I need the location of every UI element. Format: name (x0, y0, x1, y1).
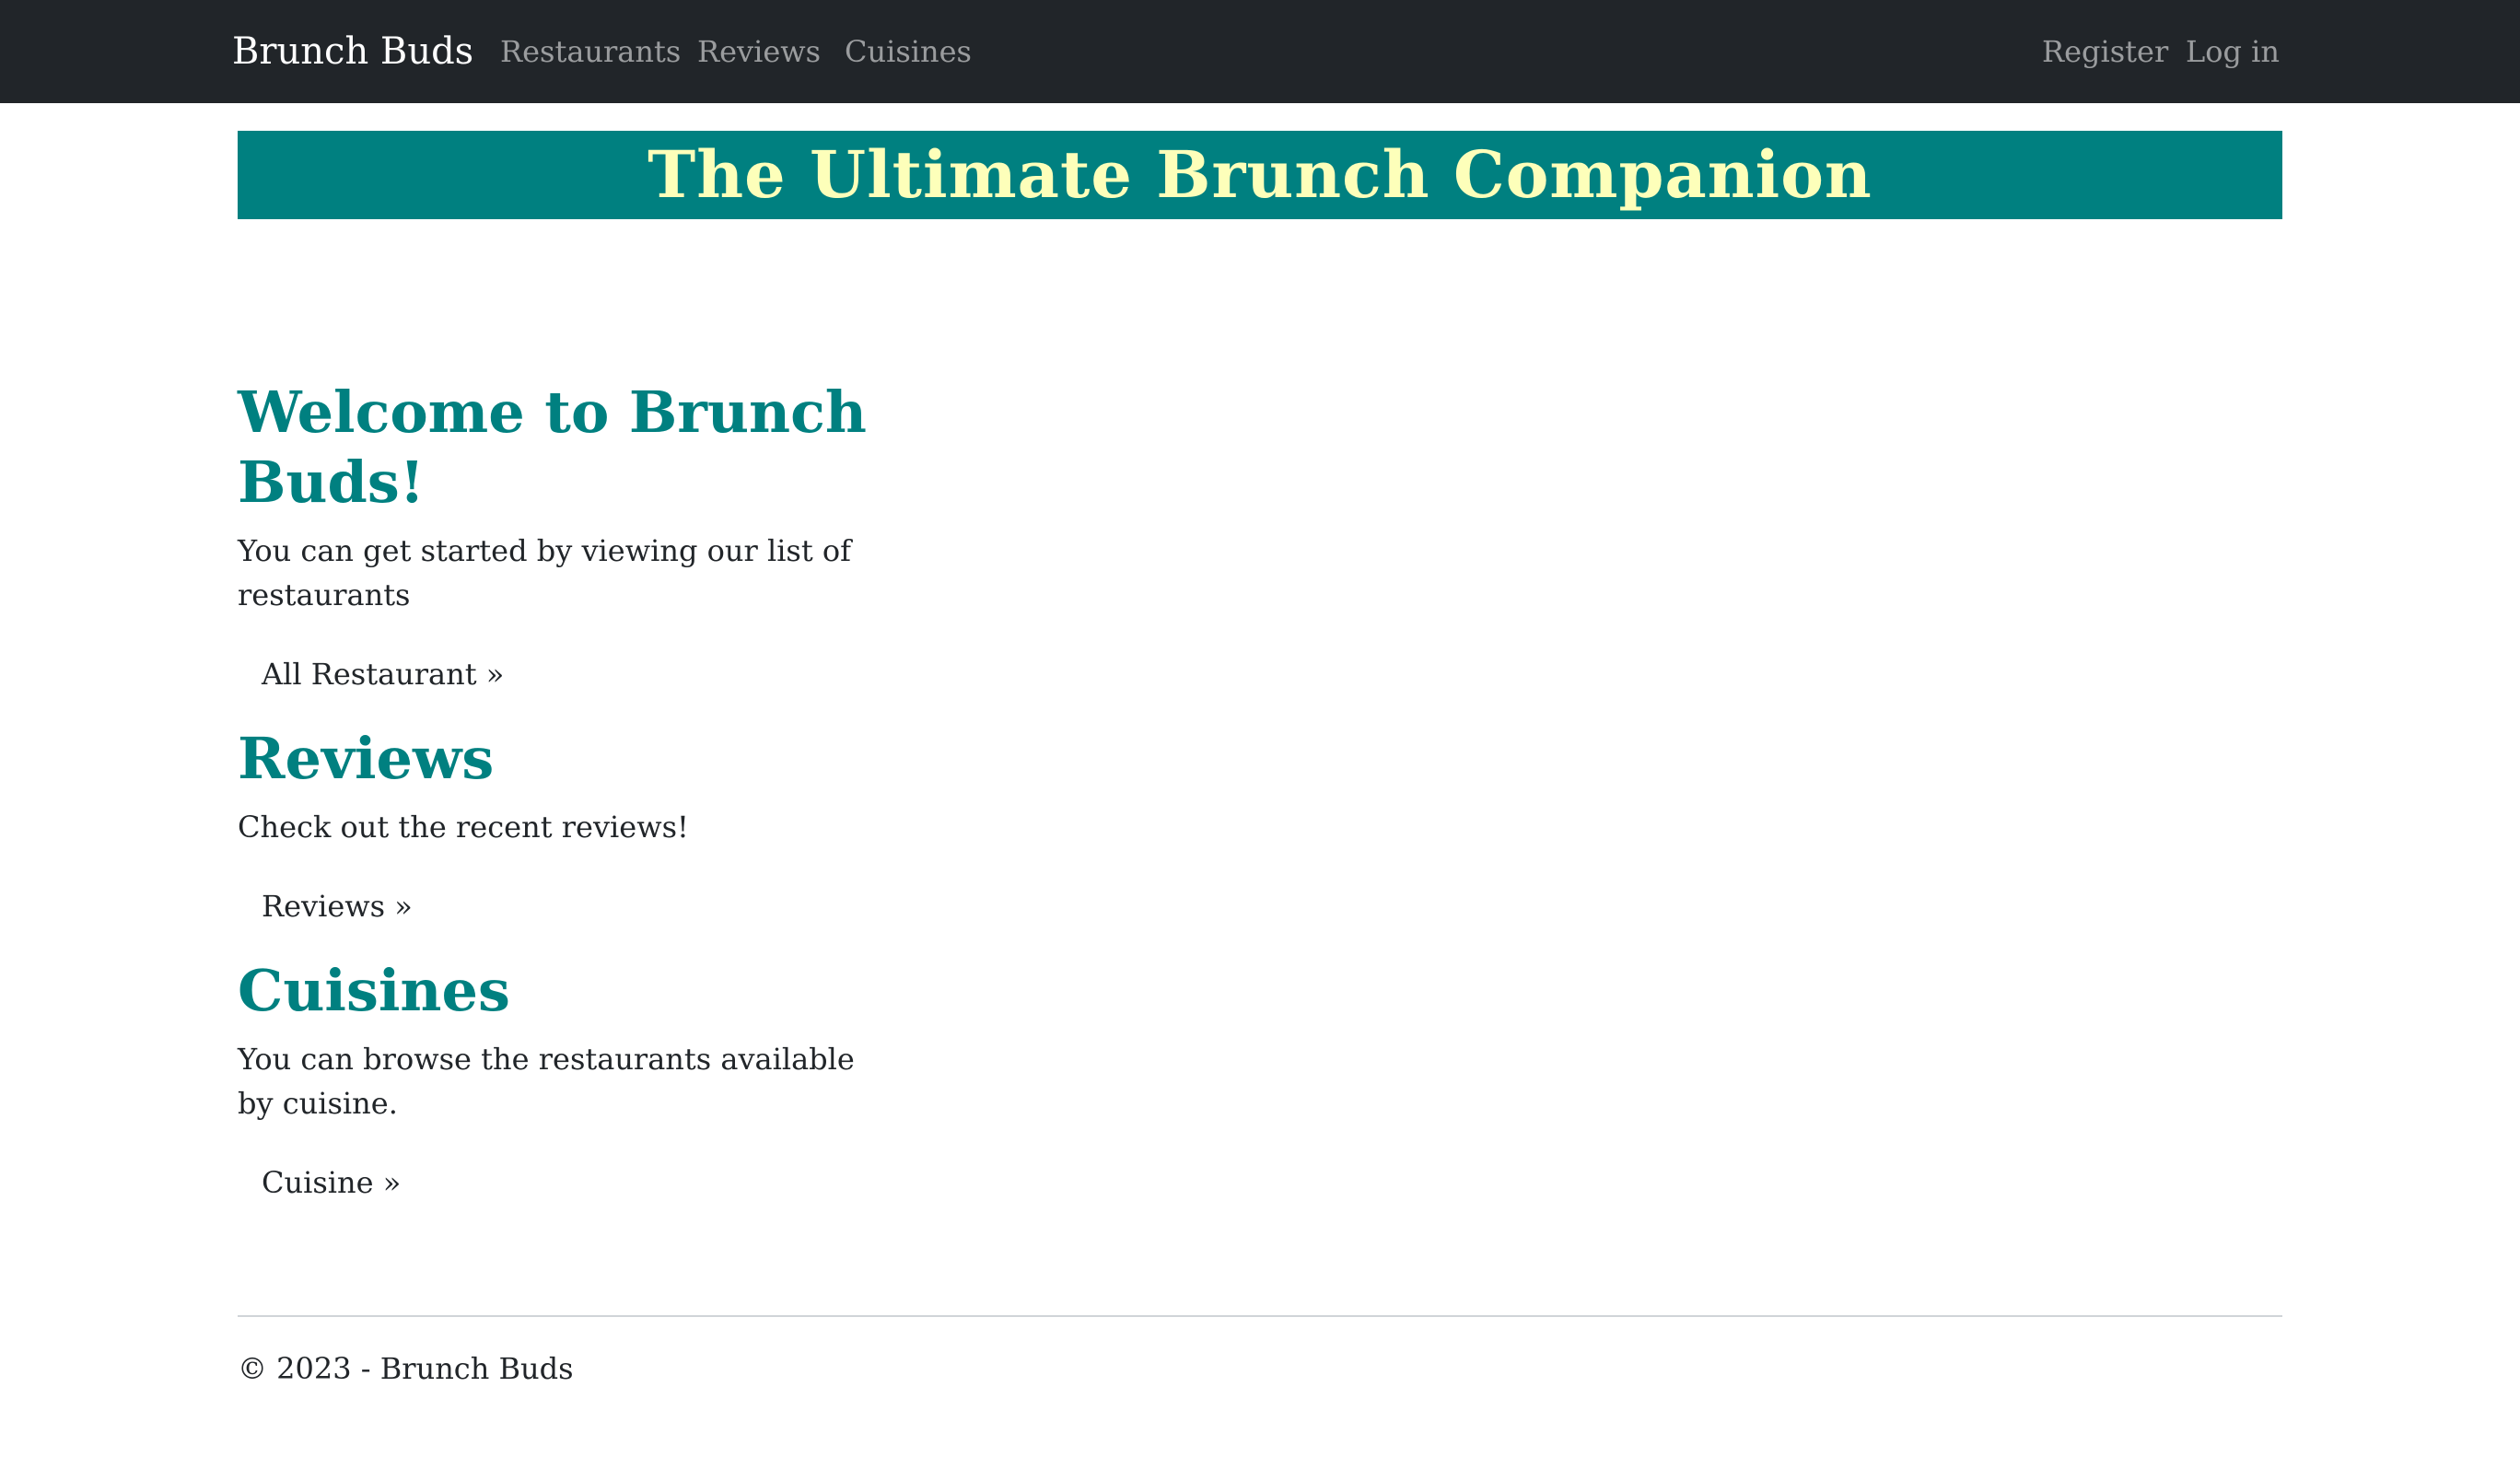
hero-banner: The Ultimate Brunch Companion (238, 131, 2282, 219)
welcome-section: Welcome to Brunch Buds! You can get star… (238, 378, 882, 696)
brand-link[interactable]: Brunch Buds (232, 0, 473, 103)
banner-title: The Ultimate Brunch Companion (648, 136, 1872, 213)
reviews-text: Check out the recent reviews! (238, 810, 689, 845)
welcome-heading: Welcome to Brunch Buds! (238, 379, 867, 516)
reviews-heading: Reviews (238, 725, 495, 792)
nav-link-login[interactable]: Log in (2186, 0, 2280, 103)
all-restaurants-link[interactable]: All Restaurant » (262, 652, 504, 696)
nav-link-register[interactable]: Register (2042, 0, 2168, 103)
nav-link-restaurants[interactable]: Restaurants (500, 0, 681, 103)
reviews-section: Reviews Check out the recent reviews! Re… (238, 724, 882, 928)
top-navbar: Brunch Buds Restaurants Reviews Cuisines… (0, 0, 2520, 103)
main-content: Welcome to Brunch Buds! You can get star… (238, 378, 882, 1232)
cuisines-heading: Cuisines (238, 957, 510, 1024)
cuisines-text: You can browse the restaurants available… (238, 1042, 855, 1121)
reviews-link[interactable]: Reviews » (262, 884, 413, 928)
nav-link-cuisines[interactable]: Cuisines (845, 0, 972, 103)
nav-link-reviews[interactable]: Reviews (697, 0, 821, 103)
footer-divider (238, 1315, 2282, 1317)
cuisine-link[interactable]: Cuisine » (262, 1160, 401, 1205)
cuisines-section: Cuisines You can browse the restaurants … (238, 956, 882, 1205)
page-footer: © 2023 - Brunch Buds (238, 1351, 574, 1386)
welcome-text: You can get started by viewing our list … (238, 533, 851, 612)
